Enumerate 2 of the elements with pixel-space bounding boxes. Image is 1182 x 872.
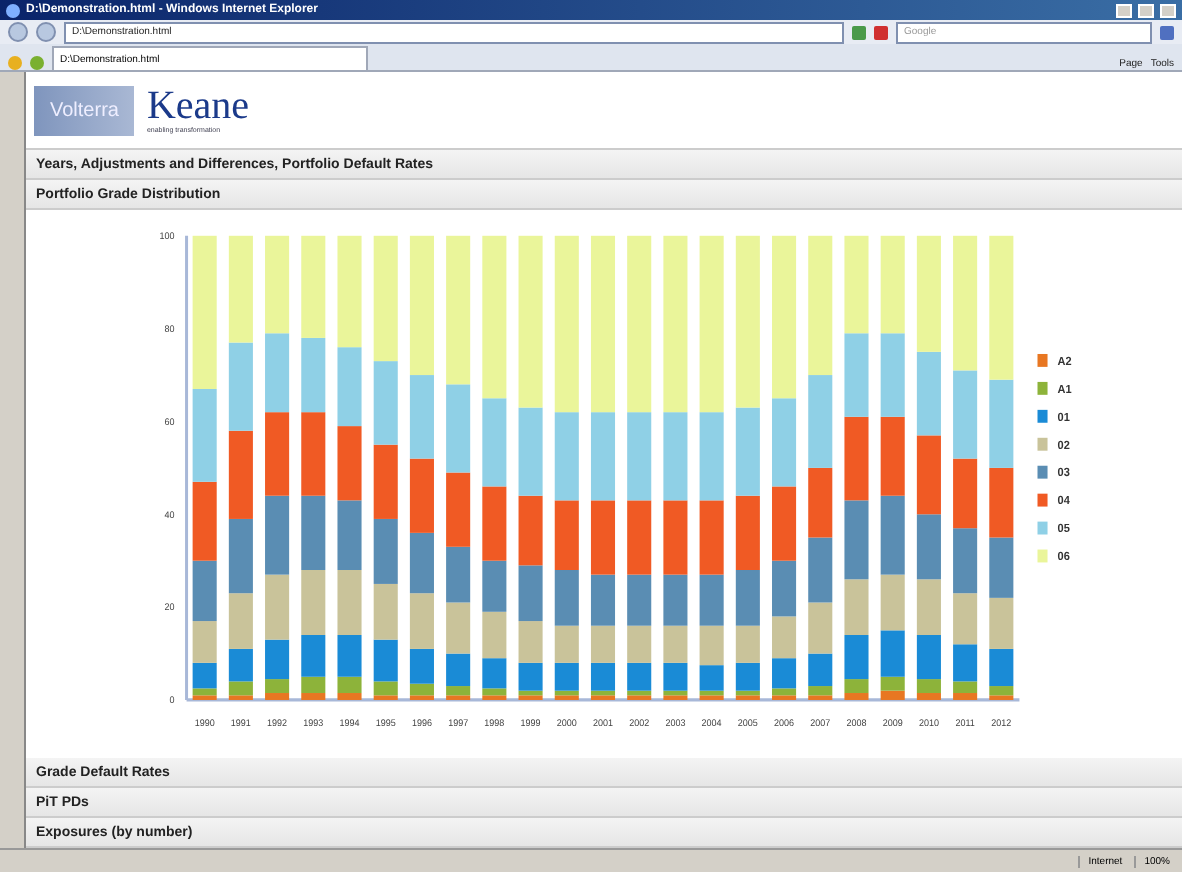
brand-name: Keane [146, 86, 250, 126]
logo-box: Volterra [34, 85, 135, 135]
